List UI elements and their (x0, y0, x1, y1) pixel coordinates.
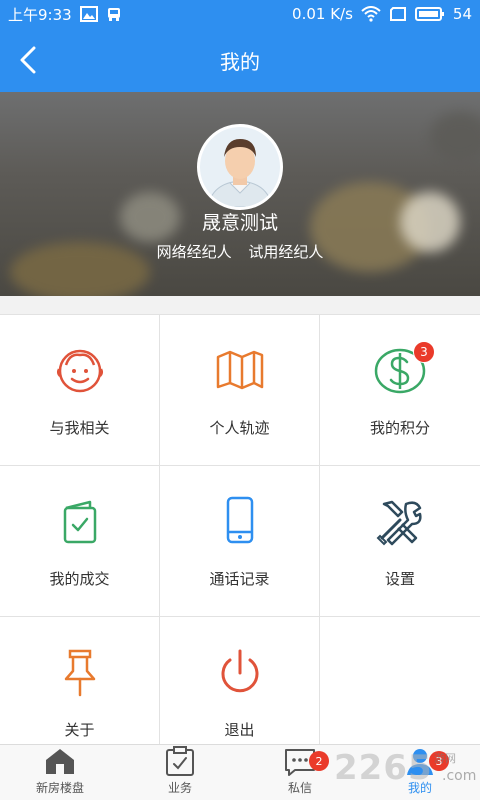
menu-item-call-log[interactable]: 通话记录 (160, 466, 320, 617)
menu-item-label: 个人轨迹 (209, 419, 270, 437)
sim-icon (389, 7, 406, 21)
chevron-left-icon (20, 46, 36, 74)
avatar-icon (200, 127, 280, 207)
menu-item-label: 我的积分 (369, 419, 430, 437)
menu-item-label: 关于 (64, 721, 95, 739)
menu-item-empty (320, 617, 480, 745)
pin-icon (64, 649, 95, 697)
profile-roles: 网络经纪人 试用经纪人 (0, 241, 480, 262)
face-icon (56, 349, 103, 393)
tools-icon (376, 500, 422, 546)
status-bar: 上午9:33 0.01 K/s 54 (0, 0, 480, 28)
menu-item-deals[interactable]: 我的成交 (0, 466, 160, 617)
role-primary: 网络经纪人 (156, 243, 232, 261)
phone-icon (226, 496, 253, 544)
deal-book-icon (63, 500, 96, 544)
menu-item-label: 设置 (384, 570, 415, 588)
tab-label: 业务 (167, 781, 192, 795)
image-icon (79, 6, 98, 22)
tab-messages[interactable]: 2 私信 (240, 745, 360, 800)
battery-level: 54 (452, 5, 472, 23)
tab-label: 我的 (407, 781, 432, 795)
menu-item-settings[interactable]: 设置 (320, 466, 480, 617)
back-button[interactable] (10, 42, 46, 78)
home-icon (46, 749, 74, 774)
title-bar: 我的 (0, 28, 480, 92)
tab-business[interactable]: 业务 (120, 745, 240, 800)
menu-item-about[interactable]: 关于 (0, 617, 160, 745)
role-secondary: 试用经纪人 (248, 243, 324, 261)
menu-item-label: 与我相关 (49, 419, 110, 437)
menu-item-label: 通话记录 (209, 570, 270, 588)
tab-mine[interactable]: 3 我的 (360, 745, 480, 800)
bottom-tab-bar: 新房楼盘 业务 2 私信 3 我的 (0, 744, 480, 800)
menu-item-points[interactable]: 3 我的积分 (320, 315, 480, 466)
network-speed: 0.01 K/s (292, 5, 353, 23)
page-title: 我的 (220, 49, 260, 74)
map-icon (216, 350, 263, 390)
profile-name: 晟意测试 (201, 212, 278, 234)
menu-grid: 与我相关 个人轨迹 3 我的积分 我的成交 通话记录 设置 关于 退出 (0, 314, 480, 745)
tab-label: 新房楼盘 (35, 781, 84, 795)
points-badge: 3 (413, 341, 435, 363)
tab-label: 私信 (287, 781, 312, 795)
tab-new-homes[interactable]: 新房楼盘 (0, 745, 120, 800)
bus-icon (107, 8, 120, 21)
mine-badge: 3 (429, 751, 449, 771)
avatar[interactable] (197, 124, 283, 210)
status-time: 上午9:33 (8, 5, 72, 24)
wifi-icon (361, 6, 381, 22)
menu-item-label: 退出 (224, 721, 255, 739)
menu-item-track[interactable]: 个人轨迹 (160, 315, 320, 466)
messages-badge: 2 (309, 751, 329, 771)
profile-header: 晟意测试 网络经纪人 试用经纪人 (0, 92, 480, 296)
menu-item-related[interactable]: 与我相关 (0, 315, 160, 466)
battery-icon (414, 7, 444, 21)
clipboard-icon (166, 746, 194, 776)
menu-item-logout[interactable]: 退出 (160, 617, 320, 745)
power-icon (221, 649, 258, 693)
background-flower (430, 112, 480, 162)
menu-item-label: 我的成交 (49, 570, 110, 588)
